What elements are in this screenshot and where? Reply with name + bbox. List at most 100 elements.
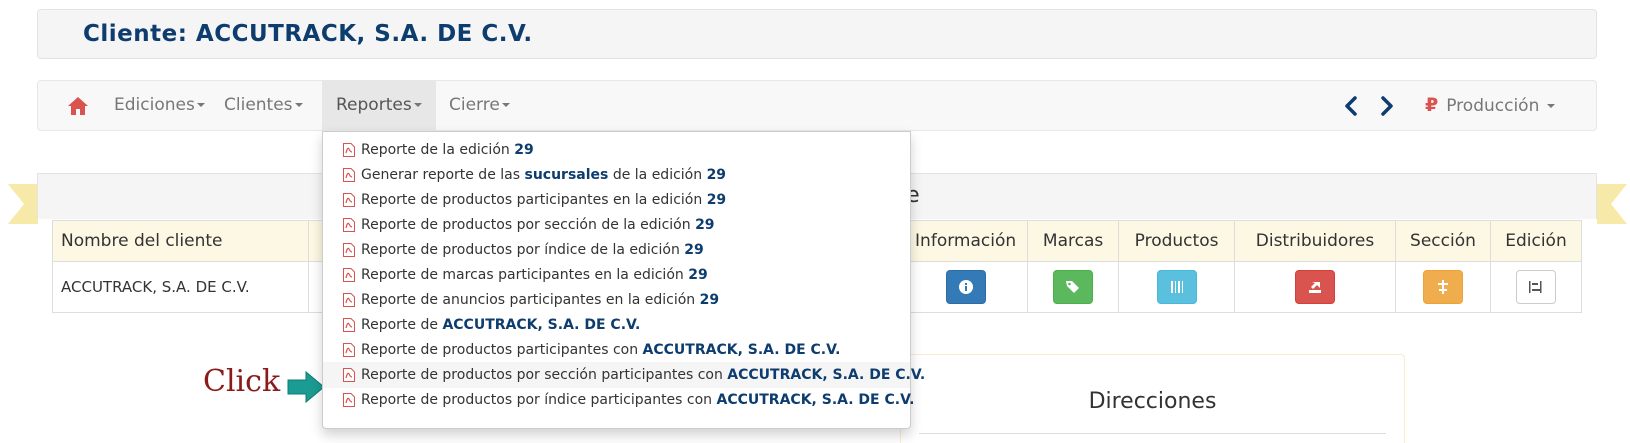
direcciones-panel: Direcciones — [900, 354, 1405, 443]
dropdown-item-label: Reporte de productos por índice de la ed… — [361, 237, 704, 263]
dropdown-item-highlight: 29 — [706, 192, 727, 208]
edicion-button[interactable] — [1515, 270, 1556, 304]
dropdown-item-label: Reporte de productos participantes con A… — [361, 337, 840, 363]
tags-icon — [1066, 281, 1080, 293]
marcas-cell — [1027, 261, 1120, 313]
dropdown-item-text: Reporte de anuncios participantes en la … — [361, 292, 700, 308]
dropdown-item-11[interactable]: Reporte de productos por índice particip… — [323, 387, 914, 413]
marcas-button[interactable] — [1053, 270, 1094, 304]
nav-clientes[interactable]: Clientes — [210, 81, 317, 130]
environment-menu[interactable]: ₽ Producción — [1425, 81, 1555, 130]
caret-down-icon — [196, 103, 205, 107]
header-marcas: Marcas — [1027, 220, 1120, 262]
caret-down-icon — [413, 103, 422, 107]
caret-down-icon — [1546, 104, 1555, 108]
dropdown-item-text: Generar reporte de las — [361, 167, 525, 183]
dropdown-item-6[interactable]: Reporte de marcas participantes en la ed… — [323, 262, 910, 288]
direcciones-title: Direcciones — [1088, 389, 1217, 414]
chevron-left-icon[interactable] — [1341, 95, 1361, 117]
informacion-cell — [903, 261, 1029, 313]
file-pdf-icon — [343, 293, 355, 307]
dropdown-item-highlight: 29 — [699, 292, 720, 308]
dropdown-item-label: Reporte de ACCUTRACK, S.A. DE C.V. — [361, 312, 640, 338]
home-icon[interactable] — [66, 94, 90, 118]
barcode-icon — [1170, 281, 1183, 293]
dropdown-item-label: Reporte de la edición 29 — [361, 137, 534, 163]
caret-down-icon — [501, 103, 510, 107]
dropdown-item-label: Reporte de marcas participantes en la ed… — [361, 262, 708, 288]
dropdown-item-text: Reporte de productos participantes con — [361, 342, 643, 358]
dropdown-item-4[interactable]: Reporte de productos por sección de la e… — [323, 212, 910, 238]
nav-ediciones[interactable]: Ediciones — [100, 81, 219, 130]
dropdown-item-highlight: ACCUTRACK, S.A. DE C.V. — [716, 392, 915, 408]
dropdown-item-text: Reporte de productos participantes en la… — [361, 192, 707, 208]
dropdown-item-highlight: ACCUTRACK, S.A. DE C.V. — [442, 317, 641, 333]
file-pdf-icon — [343, 218, 355, 232]
click-annotation-label: Click — [203, 364, 281, 399]
nav-reportes-label: Reportes — [336, 95, 412, 115]
dropdown-item-7[interactable]: Reporte de anuncios participantes en la … — [323, 287, 910, 313]
header-seccion: Sección — [1394, 220, 1491, 262]
dropdown-item-text: Reporte de productos por índice particip… — [361, 392, 717, 408]
productos-cell — [1118, 261, 1236, 313]
file-pdf-icon — [343, 243, 355, 257]
header-productos: Productos — [1118, 220, 1236, 262]
dropdown-item-10[interactable]: Reporte de productos por sección partici… — [323, 362, 925, 388]
productos-button[interactable] — [1156, 270, 1197, 304]
dropdown-item-label: Generar reporte de las sucursales de la … — [361, 162, 726, 188]
dropdown-item-text: Reporte de marcas participantes en la ed… — [361, 267, 689, 283]
edicion-cell — [1489, 261, 1583, 313]
client-name-cell: ACCUTRACK, S.A. DE C.V. — [52, 261, 309, 313]
header-edicion: Edición — [1489, 220, 1583, 262]
file-pdf-icon — [343, 193, 355, 207]
dropdown-item-label: Reporte de productos por índice particip… — [361, 387, 914, 413]
file-pdf-icon — [343, 268, 355, 282]
dropdown-item-text: Reporte de la edición — [361, 142, 515, 158]
export-icon — [1309, 282, 1321, 293]
ruble-icon: ₽ — [1425, 94, 1439, 116]
info-button[interactable] — [945, 270, 986, 304]
dropdown-item-highlight: ACCUTRACK, S.A. DE C.V. — [642, 342, 841, 358]
info-icon — [958, 280, 973, 294]
dropdown-item-highlight: sucursales — [524, 167, 609, 183]
nav-cierre-label: Cierre — [449, 95, 500, 115]
file-pdf-icon — [343, 143, 355, 157]
reportes-dropdown-menu: Reporte de la edición 29 Generar reporte … — [322, 131, 925, 429]
dropdown-item-5[interactable]: Reporte de productos por índice de la ed… — [323, 237, 910, 263]
dropdown-item-3[interactable]: Reporte de productos participantes en la… — [323, 187, 910, 213]
nav-cierre[interactable]: Cierre — [435, 81, 524, 130]
distribuidores-button[interactable] — [1295, 270, 1335, 304]
seccion-button[interactable] — [1422, 270, 1463, 304]
chevron-right-icon[interactable] — [1377, 95, 1397, 117]
navbar: Ediciones Clientes Reportes Cierre ₽ Prod… — [37, 80, 1597, 131]
header-informacion: Información — [903, 220, 1029, 262]
header-distribuidores: Distribuidores — [1234, 220, 1396, 262]
dropdown-item-highlight: ACCUTRACK, S.A. DE C.V. — [727, 367, 926, 383]
page-title: Cliente: ACCUTRACK, S.A. DE C.V. — [83, 21, 533, 47]
ribbon-right-decoration — [1597, 184, 1627, 224]
dropdown-item-highlight: 29 — [706, 167, 727, 183]
file-pdf-icon — [343, 343, 355, 357]
dropdown-item-9[interactable]: Reporte de productos participantes con A… — [323, 337, 910, 363]
dropdown-item-highlight: 29 — [695, 217, 715, 233]
dropdown-item-text: Reporte de productos por índice de la ed… — [361, 242, 685, 258]
file-pdf-icon — [343, 393, 355, 407]
dropdown-item-2[interactable]: Generar reporte de las sucursales de la … — [323, 162, 910, 188]
dropdown-item-text: de la edición — [608, 167, 707, 183]
dropdown-item-8[interactable]: Reporte de ACCUTRACK, S.A. DE C.V. — [323, 312, 910, 338]
dropdown-item-highlight: 29 — [684, 242, 704, 258]
dropdown-item-text: Reporte de — [361, 317, 443, 333]
file-pdf-icon — [343, 168, 355, 182]
nav-reportes[interactable]: Reportes — [322, 81, 436, 130]
file-pdf-icon — [343, 318, 355, 332]
nav-clientes-label: Clientes — [224, 95, 293, 115]
header-client-name: Nombre del cliente — [52, 220, 309, 262]
dropdown-item-highlight: 29 — [514, 142, 534, 158]
environment-label: Producción — [1446, 96, 1540, 116]
divider — [919, 433, 1386, 434]
ribbon-left-decoration — [8, 184, 38, 224]
dropdown-item-1[interactable]: Reporte de la edición 29 — [323, 137, 910, 163]
align-center-icon — [1437, 280, 1448, 294]
dropdown-item-label: Reporte de productos por sección de la e… — [361, 212, 715, 238]
nav-ediciones-label: Ediciones — [114, 95, 195, 115]
